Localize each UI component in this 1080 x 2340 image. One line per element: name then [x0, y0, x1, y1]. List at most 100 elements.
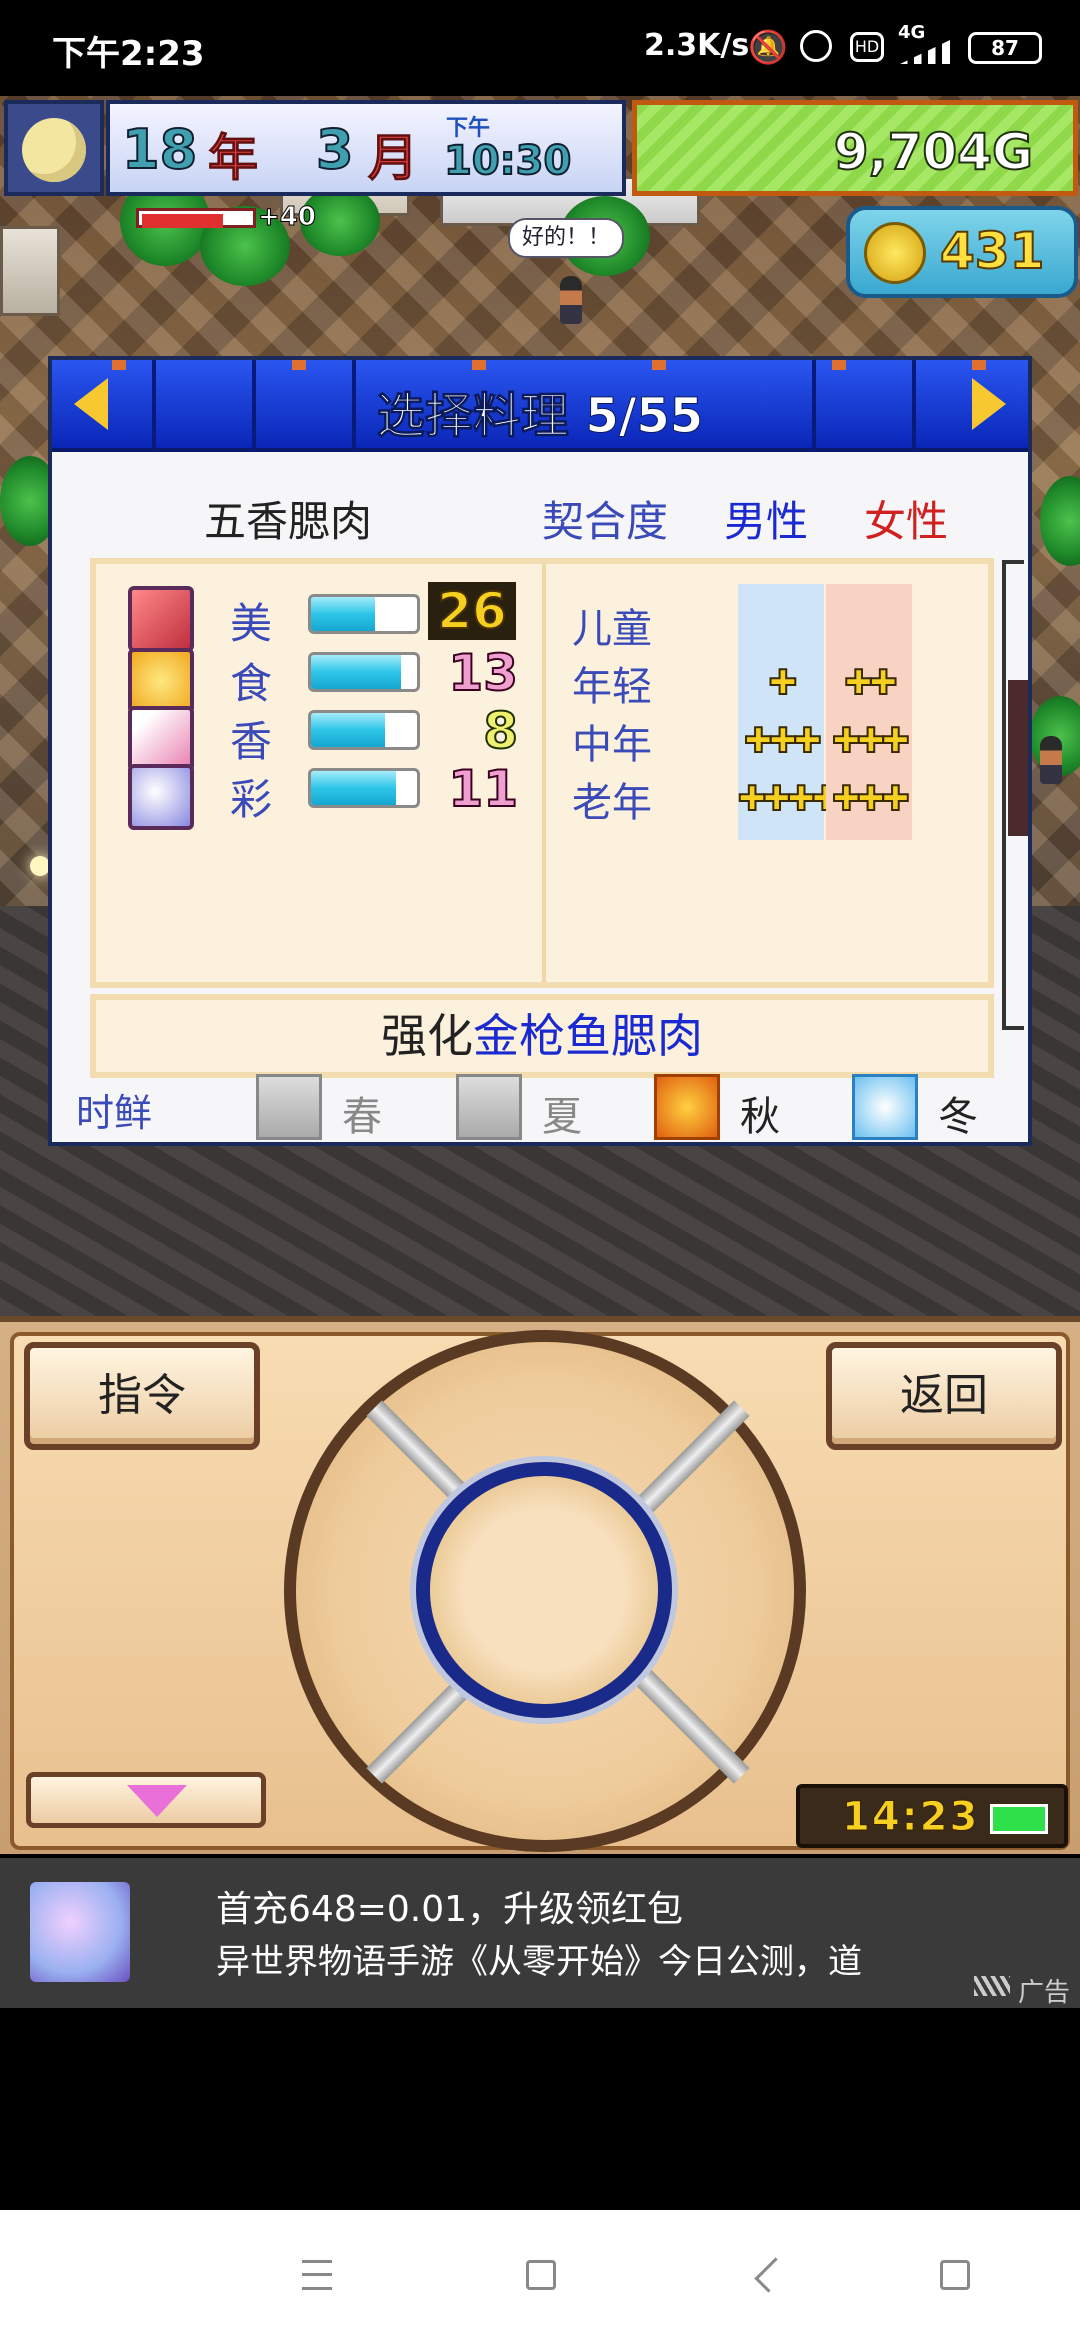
rivet	[292, 360, 306, 370]
dialog-title: 选择料理 5/55	[376, 388, 704, 445]
affinity-male-senior: ✚✚✚✚	[737, 758, 841, 840]
year-label: 年	[208, 129, 259, 188]
summer-icon	[456, 1074, 522, 1140]
back-button[interactable]: 返回	[826, 1342, 1062, 1450]
season-row: 时鲜 春 夏 秋 冬	[52, 1070, 1028, 1146]
strengthen-prefix: 强化	[381, 1009, 473, 1063]
season-winter: 冬	[938, 1094, 978, 1140]
device-clock-panel: 14:23	[796, 1784, 1068, 1848]
money-value: 9,704G	[833, 122, 1034, 182]
dialog-header: 选择料理 5/55	[52, 360, 1028, 452]
next-arrow-button[interactable]	[972, 378, 1006, 430]
ad-headline[interactable]: 首充648=0.01，升级领红包	[216, 1880, 683, 1932]
year-number: 18	[121, 117, 198, 182]
age-label-middle: 中年	[572, 722, 652, 768]
stat-bar-taste	[308, 652, 420, 692]
rivet	[972, 360, 986, 370]
month-label: 月	[368, 129, 419, 188]
coin-value: 431	[939, 221, 1045, 281]
street-lamp	[30, 856, 50, 876]
stat-label-aroma: 香	[230, 717, 273, 766]
back-icon[interactable]	[754, 2257, 790, 2293]
male-label: 男性	[724, 497, 809, 546]
stat-bar-beauty	[308, 594, 420, 634]
mood-fill	[142, 214, 223, 228]
mute-icon: 🔕	[748, 28, 788, 66]
building	[0, 226, 60, 316]
stat-bar-fill	[311, 655, 402, 689]
page-down-button[interactable]	[26, 1772, 266, 1828]
stat-value-color: 11	[447, 759, 519, 819]
mood-delta: +40	[258, 202, 317, 233]
stat-label-color: 彩	[230, 775, 273, 824]
scrollbar-thumb[interactable]	[1008, 680, 1028, 836]
stats-panel: 美 26 食 13 香 8 彩 11 儿童 年轻 ✚ ✚✚ 中年 ✚✚✚ ✚✚✚	[90, 558, 994, 988]
net-speed: 2.3K/s	[644, 28, 750, 63]
winter-icon	[852, 1074, 918, 1140]
dpad-center-button[interactable]	[416, 1462, 672, 1718]
time-of-day-icon	[4, 100, 104, 196]
rivet	[652, 360, 666, 370]
scrollbar-cap	[1006, 1026, 1024, 1030]
age-label-child: 儿童	[572, 606, 652, 652]
ad-description[interactable]: 异世界物语手游《从零开始》今日公测，道	[216, 1934, 862, 1983]
status-time: 下午2:23	[52, 34, 205, 74]
signal-icon	[900, 40, 950, 64]
stat-value-taste: 13	[447, 643, 519, 703]
stat-label-beauty: 美	[230, 599, 273, 648]
rivet	[472, 360, 486, 370]
down-arrow-icon	[127, 1785, 187, 1817]
moon-icon	[22, 118, 86, 182]
chef	[560, 276, 582, 324]
hd-icon: HD	[850, 32, 884, 62]
color-icon	[128, 764, 194, 830]
ad-banner[interactable]: 首充648=0.01，升级领红包 异世界物语手游《从零开始》今日公测，道 广告	[0, 1858, 1080, 2008]
device-clock: 14:23	[841, 1794, 980, 1841]
stat-bar-aroma	[308, 710, 420, 750]
customer	[1040, 736, 1062, 784]
taste-icon	[128, 648, 194, 714]
money-panel: 9,704G	[632, 100, 1078, 196]
autumn-icon	[654, 1074, 720, 1140]
month-number: 3	[315, 117, 355, 182]
affinity-female-senior: ✚✚✚	[826, 758, 912, 840]
coin-icon	[864, 222, 926, 284]
status-bar: 下午2:23 2.3K/s 🔕 HD 4G 87	[0, 0, 1080, 96]
date-panel: 18 年 3 月 下午 10:30	[106, 100, 626, 196]
stat-bar-fill	[311, 771, 396, 805]
battery-icon: 87	[968, 32, 1042, 64]
palm-tree	[1040, 476, 1080, 566]
network-label: 4G	[898, 22, 926, 43]
ad-tag: 广告	[1018, 1978, 1071, 2008]
home-icon[interactable]	[526, 2260, 556, 2290]
speech-bubble: 好的！！	[508, 218, 624, 258]
screen: 下午2:23 2.3K/s 🔕 HD 4G 87 18 年 3 月 下午 10:…	[0, 0, 1080, 2340]
season-autumn: 秋	[740, 1094, 780, 1140]
rivet	[112, 360, 126, 370]
strengthen-target: 金枪鱼腮肉	[473, 1009, 703, 1063]
scrollbar-cap	[1006, 560, 1024, 564]
season-summer: 夏	[542, 1094, 582, 1140]
ad-logo-icon	[974, 1976, 1010, 1996]
age-label-senior: 老年	[572, 780, 652, 826]
stats-divider	[542, 564, 546, 982]
recents-icon[interactable]	[940, 2260, 970, 2290]
prev-arrow-button[interactable]	[74, 378, 108, 430]
dish-select-dialog: 选择料理 5/55 五香腮肉 契合度 男性 女性 美 26 食 13 香 8 彩	[48, 356, 1032, 1146]
stat-bar-fill	[311, 597, 375, 631]
beauty-icon	[128, 586, 194, 652]
stat-bar-color	[308, 768, 420, 808]
command-button[interactable]: 指令	[24, 1342, 260, 1450]
coin-panel[interactable]: 431	[846, 206, 1078, 298]
strengthen-row: 强化金枪鱼腮肉	[90, 994, 994, 1078]
ad-thumbnail[interactable]	[30, 1882, 130, 1982]
mood-meter: +40	[136, 202, 366, 233]
menu-icon[interactable]	[302, 2260, 332, 2290]
mood-track	[136, 208, 256, 228]
rivet	[832, 360, 846, 370]
game-clock: 10:30	[443, 137, 572, 185]
stat-bar-fill	[311, 713, 386, 747]
battery-icon	[990, 1804, 1048, 1834]
affinity-label: 契合度	[542, 497, 669, 546]
stat-value-beauty: 26	[428, 581, 516, 641]
